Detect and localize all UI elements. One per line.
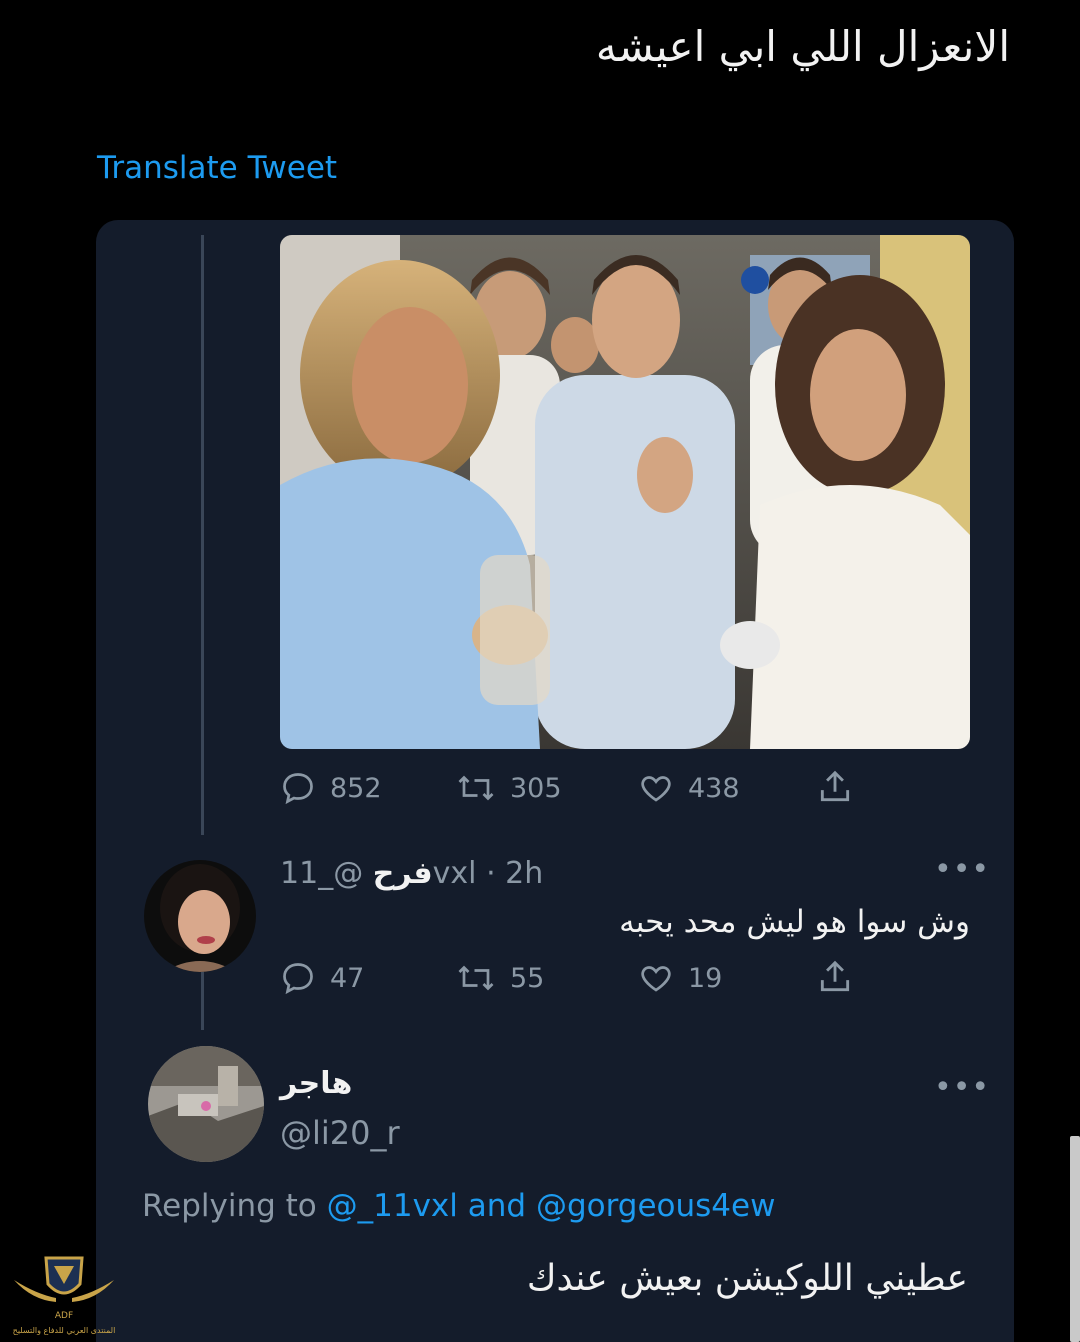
tweet-text: الانعزال اللي ابي اعيشه: [595, 22, 1010, 71]
retweet-count: 305: [510, 772, 562, 804]
watermark-text: المنتدى العربي للدفاع والتسليح: [12, 1326, 116, 1335]
share-button[interactable]: [816, 768, 854, 806]
reply-thread-card: 852 305 438 فرح @_11vxl · 2h ••• وش سوا …: [96, 220, 1014, 1342]
retweet-button[interactable]: 305: [456, 770, 562, 806]
more-icon[interactable]: •••: [934, 1070, 990, 1105]
thread-line: [201, 970, 204, 1030]
like-button[interactable]: 19: [638, 960, 722, 996]
replying-to-line: Replying to @_11vxl and @gorgeous4ew: [142, 1188, 775, 1224]
reply-icon: [283, 963, 313, 995]
retweet-icon: [458, 775, 494, 801]
reply1-header: فرح @_11vxl · 2h: [280, 856, 543, 891]
heart-icon: [641, 776, 671, 802]
share-icon: [820, 770, 850, 802]
retweet-icon: [458, 965, 494, 991]
translate-tweet-link[interactable]: Translate Tweet: [97, 150, 337, 186]
replying-prefix: Replying to: [142, 1188, 317, 1224]
scrollbar[interactable]: [1070, 1136, 1080, 1342]
share-icon: [820, 960, 850, 992]
avatar[interactable]: [144, 860, 256, 972]
reply2-text: عطيني اللوكيشن بعيش عندك: [526, 1258, 968, 1299]
and-word: and: [467, 1188, 527, 1224]
svg-text:ADF: ADF: [55, 1311, 73, 1321]
tweet-photo[interactable]: [280, 235, 970, 749]
reply-count: 852: [330, 772, 382, 804]
avatar[interactable]: [148, 1046, 264, 1162]
reply1-text: وش سوا هو ليش محد يحبه: [619, 904, 970, 940]
more-icon[interactable]: •••: [934, 852, 990, 887]
mention-link[interactable]: @gorgeous4ew: [536, 1188, 776, 1224]
display-name[interactable]: هاجر: [280, 1066, 352, 1101]
retweet-count: 55: [510, 962, 545, 994]
separator: ·: [486, 856, 496, 891]
like-count: 19: [688, 962, 723, 994]
retweet-button[interactable]: 55: [456, 960, 544, 996]
reply-count: 47: [330, 962, 365, 994]
timestamp[interactable]: 2h: [505, 856, 543, 891]
reply-button[interactable]: 852: [280, 770, 382, 806]
like-button[interactable]: 438: [638, 770, 740, 806]
display-name[interactable]: فرح: [373, 856, 433, 891]
heart-icon: [641, 966, 671, 992]
reply-icon: [283, 773, 313, 805]
share-button[interactable]: [816, 958, 854, 996]
handle[interactable]: @li20_r: [280, 1114, 400, 1152]
reply-button[interactable]: 47: [280, 960, 364, 996]
like-count: 438: [688, 772, 740, 804]
thread-line: [201, 235, 204, 835]
mention-link[interactable]: @_11vxl: [327, 1188, 458, 1224]
